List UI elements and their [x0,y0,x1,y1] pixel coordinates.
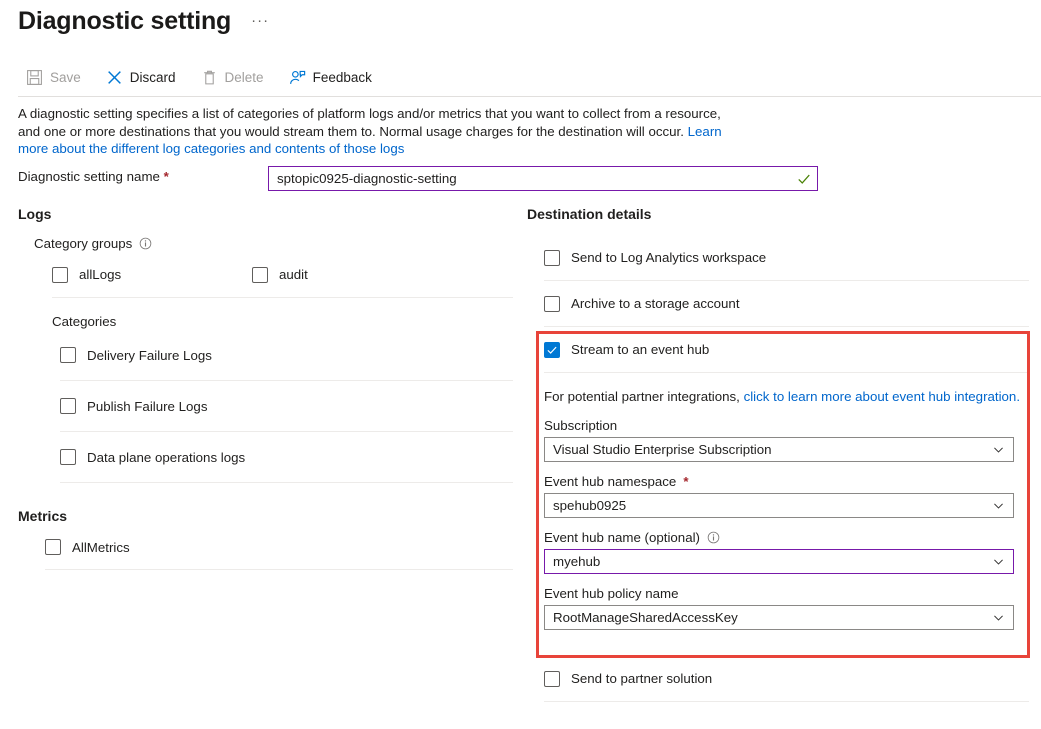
partner-solution-section: Send to partner solution [527,656,1029,702]
event-hub-namespace-dropdown[interactable]: spehub0925 [544,493,1014,518]
save-label: Save [50,70,81,85]
feedback-button[interactable]: Feedback [285,63,383,91]
categories-label: Categories [52,313,513,330]
diagnostic-setting-page: Diagnostic setting ··· Save Discard Dele… [0,0,1041,729]
divider [544,701,1029,702]
delete-button[interactable]: Delete [197,63,275,91]
destination-column: Destination details Send to Log Analytic… [527,206,1029,702]
event-hub-namespace-value: spehub0925 [553,498,992,513]
toolbar-divider [18,96,1041,97]
info-icon[interactable] [139,237,152,250]
delete-icon [201,69,218,86]
chevron-down-icon [992,443,1005,456]
diagnostic-name-label-text: Diagnostic setting name [18,169,160,184]
event-hub-name-label: Event hub name (optional) [544,529,1029,546]
diagnostic-name-input[interactable] [277,168,797,189]
discard-label: Discard [130,70,176,85]
categories-label-text: Categories [52,313,116,330]
event-hub-name-label-text: Event hub name (optional) [544,529,700,546]
checkbox-label[interactable]: Delivery Failure Logs [87,348,212,363]
description-text: A diagnostic setting specifies a list of… [18,105,730,158]
checkmark-icon [797,172,811,186]
checkbox-label[interactable]: Stream to an event hub [571,342,709,357]
required-marker: * [683,473,688,490]
checkbox-label[interactable]: Publish Failure Logs [87,399,207,414]
command-bar: Save Discard Delete Feedback [22,63,383,91]
chevron-down-icon [992,611,1005,624]
divider [60,482,513,483]
subscription-dropdown[interactable]: Visual Studio Enterprise Subscription [544,437,1014,462]
checkbox-label[interactable]: Send to partner solution [571,671,712,686]
checkbox-box[interactable] [544,342,560,358]
checkbox-label[interactable]: Archive to a storage account [571,296,740,311]
event-hub-namespace-label: Event hub namespace * [544,473,1029,490]
checkbox-archive-to-storage[interactable]: Archive to a storage account [544,281,1029,326]
category-groups-label-text: Category groups [34,235,132,252]
more-options-button[interactable]: ··· [247,14,273,28]
feedback-icon [289,69,306,86]
divider [52,297,513,298]
divider [45,569,513,570]
subscription-label-text: Subscription [544,417,617,434]
page-title: Diagnostic setting [18,4,231,38]
checkbox-label[interactable]: Data plane operations logs [87,450,245,465]
checkbox-box[interactable] [544,671,560,687]
event-hub-name-dropdown[interactable]: myehub [544,549,1014,574]
required-marker: * [164,169,169,184]
checkbox-box[interactable] [60,398,76,414]
checkbox-box[interactable] [544,250,560,266]
event-hub-namespace-label-text: Event hub namespace [544,473,676,490]
checkbox-data-plane-operations-logs[interactable]: Data plane operations logs [60,432,513,482]
checkbox-box[interactable] [60,449,76,465]
discard-icon [106,69,123,86]
save-button[interactable]: Save [22,63,92,91]
checkbox-box[interactable] [544,296,560,312]
chevron-down-icon [992,499,1005,512]
checkbox-audit[interactable]: audit [252,266,452,283]
destination-section-title: Destination details [527,206,1029,223]
event-hub-policy-label-text: Event hub policy name [544,585,679,602]
subscription-label: Subscription [544,417,1029,434]
diagnostic-name-label: Diagnostic setting name * [18,169,169,184]
checkbox-label[interactable]: AllMetrics [72,540,130,555]
category-groups-row: allLogs audit [52,266,513,283]
checkbox-box[interactable] [45,539,61,555]
checkbox-box[interactable] [252,267,268,283]
diagnostic-name-field[interactable] [268,166,818,191]
checkbox-stream-to-event-hub[interactable]: Stream to an event hub [544,327,1029,372]
checkbox-allLogs[interactable]: allLogs [52,266,252,283]
feedback-label: Feedback [313,70,372,85]
logs-section-title: Logs [18,206,513,223]
checkbox-label[interactable]: allLogs [79,266,121,283]
event-hub-integration-link[interactable]: click to learn more about event hub inte… [744,389,1020,404]
delete-label: Delete [225,70,264,85]
save-icon [26,69,43,86]
subscription-value: Visual Studio Enterprise Subscription [553,442,992,457]
checkbox-box[interactable] [52,267,68,283]
checkbox-send-to-partner-solution[interactable]: Send to partner solution [544,656,1029,701]
metrics-section-title: Metrics [18,508,513,525]
checkbox-publish-failure-logs[interactable]: Publish Failure Logs [60,381,513,431]
checkbox-allmetrics[interactable]: AllMetrics [45,525,513,569]
info-icon[interactable] [707,531,720,544]
checkbox-send-to-log-analytics[interactable]: Send to Log Analytics workspace [544,235,1029,280]
event-hub-panel: For potential partner integrations, clic… [544,373,1029,630]
checkbox-delivery-failure-logs[interactable]: Delivery Failure Logs [60,330,513,380]
event-hub-policy-label: Event hub policy name [544,585,1029,602]
category-groups-label: Category groups [34,235,513,252]
checkbox-box[interactable] [60,347,76,363]
discard-button[interactable]: Discard [102,63,187,91]
event-hub-note-text: For potential partner integrations, [544,389,744,404]
event-hub-name-value: myehub [553,554,992,569]
page-header: Diagnostic setting ··· [18,4,273,38]
event-hub-policy-value: RootManageSharedAccessKey [553,610,992,625]
checkbox-label[interactable]: Send to Log Analytics workspace [571,250,766,265]
categories-list: Delivery Failure Logs Publish Failure Lo… [18,330,513,483]
event-hub-policy-dropdown[interactable]: RootManageSharedAccessKey [544,605,1014,630]
description-body: A diagnostic setting specifies a list of… [18,106,721,139]
event-hub-note: For potential partner integrations, clic… [544,373,1029,417]
logs-column: Logs Category groups allLogs audit Categ… [18,206,513,570]
chevron-down-icon [992,555,1005,568]
checkbox-label[interactable]: audit [279,266,308,283]
